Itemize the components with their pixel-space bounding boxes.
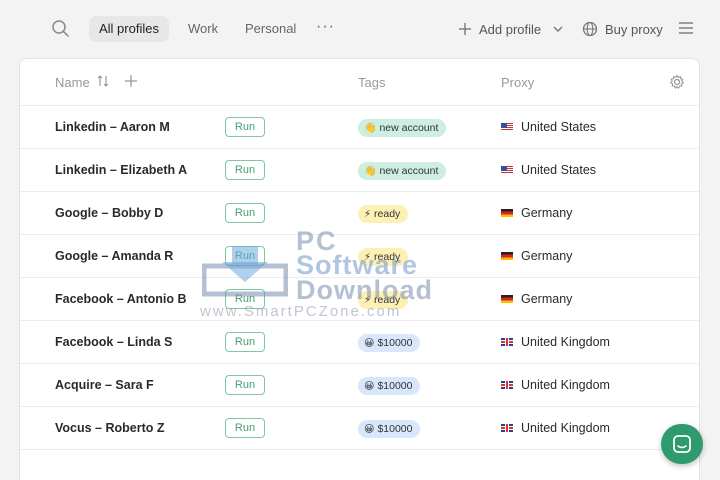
run-button[interactable]: Run	[225, 289, 265, 309]
tag-label: new account	[379, 122, 439, 134]
flag-icon	[501, 424, 513, 432]
proxy-country: Germany	[521, 249, 573, 263]
proxy-cell[interactable]: United Kingdom	[501, 378, 610, 392]
column-header-name[interactable]: Name	[55, 75, 90, 90]
tag-badge[interactable]: ⚡ ready	[358, 248, 409, 266]
proxy-country: Germany	[521, 292, 573, 306]
tag-badge[interactable]: 👋 new account	[358, 119, 447, 137]
profile-name: Vocus – Roberto Z	[55, 421, 165, 435]
tag-badge[interactable]: 😀 $10000	[358, 334, 421, 352]
proxy-country: Germany	[521, 206, 573, 220]
more-tabs-button[interactable]: ···	[316, 18, 335, 36]
tag-emoji-icon: 😀	[364, 381, 375, 392]
flag-icon	[501, 123, 513, 131]
proxy-cell[interactable]: United Kingdom	[501, 421, 610, 435]
proxy-country: United Kingdom	[521, 335, 610, 349]
column-header-proxy[interactable]: Proxy	[501, 75, 534, 90]
tag-label: $10000	[377, 423, 413, 435]
chat-button[interactable]	[661, 424, 703, 464]
table-body: Linkedin – Aaron M Run 👋 new account United …	[20, 106, 699, 450]
tag-label: ready	[374, 208, 401, 220]
profiles-table: Name Tags Proxy Linkedin – Aaron M Run 👋 ne…	[19, 58, 700, 480]
tag-badge[interactable]: 😀 $10000	[358, 377, 421, 395]
proxy-country: United Kingdom	[521, 421, 610, 435]
tag-emoji-icon: ⚡	[364, 295, 372, 306]
sort-icon[interactable]	[96, 74, 110, 88]
add-profile-label: Add profile	[479, 21, 542, 37]
tag-label: ready	[374, 294, 401, 306]
flag-icon	[501, 166, 513, 174]
proxy-cell[interactable]: United States	[501, 163, 596, 177]
tag-badge[interactable]: ⚡ ready	[358, 205, 409, 223]
tag-emoji-icon: 😀	[364, 424, 375, 435]
tab-personal[interactable]: Personal	[245, 16, 296, 42]
table-row[interactable]: Vocus – Roberto Z Run 😀 $10000 United Kingdo…	[20, 407, 699, 450]
run-button[interactable]: Run	[225, 332, 265, 352]
profile-name: Google – Amanda R	[55, 249, 174, 263]
tag-emoji-icon: ⚡	[364, 252, 372, 263]
tag-label: $10000	[377, 337, 413, 349]
add-profile-button[interactable]: Add profile	[458, 16, 564, 42]
table-row[interactable]: Acquire – Sara F Run 😀 $10000 United Kingdom	[20, 364, 699, 407]
run-button[interactable]: Run	[225, 375, 265, 395]
profile-name: Facebook – Antonio B	[55, 292, 187, 306]
run-button[interactable]: Run	[225, 246, 265, 266]
run-button[interactable]: Run	[225, 418, 265, 438]
tag-badge[interactable]: ⚡ ready	[358, 291, 409, 309]
plus-icon	[459, 23, 471, 35]
table-row[interactable]: Linkedin – Aaron M Run 👋 new account United …	[20, 106, 699, 149]
flag-icon	[501, 381, 513, 389]
table-row[interactable]: Google – Bobby D Run ⚡ ready Germany	[20, 192, 699, 235]
tag-label: new account	[379, 165, 439, 177]
tag-emoji-icon: ⚡	[364, 209, 372, 220]
gear-icon[interactable]	[669, 74, 685, 90]
profile-name: Facebook – Linda S	[55, 335, 173, 349]
table-header: Name Tags Proxy	[20, 59, 699, 106]
proxy-country: United Kingdom	[521, 378, 610, 392]
globe-icon	[582, 21, 598, 37]
tab-all-profiles[interactable]: All profiles	[89, 16, 169, 42]
table-row[interactable]: Facebook – Linda S Run 😀 $10000 United Kingd…	[20, 321, 699, 364]
tag-badge[interactable]: 😀 $10000	[358, 420, 421, 438]
tag-label: $10000	[377, 380, 413, 392]
search-icon[interactable]	[50, 18, 72, 40]
tag-emoji-icon: 👋	[364, 123, 377, 134]
profile-name: Acquire – Sara F	[55, 378, 154, 392]
tag-emoji-icon: 👋	[364, 166, 377, 177]
chat-icon	[673, 435, 691, 453]
tag-emoji-icon: 😀	[364, 338, 375, 349]
proxy-country: United States	[521, 120, 597, 134]
proxy-cell[interactable]: Germany	[501, 249, 572, 263]
add-column-icon[interactable]	[124, 74, 138, 88]
run-button[interactable]: Run	[225, 160, 265, 180]
proxy-cell[interactable]: Germany	[501, 206, 572, 220]
hamburger-menu-icon[interactable]	[678, 20, 694, 36]
table-row[interactable]: Linkedin – Elizabeth A Run 👋 new account Uni…	[20, 149, 699, 192]
buy-proxy-label: Buy proxy	[605, 21, 663, 37]
chevron-down-icon[interactable]	[552, 23, 564, 35]
top-bar: All profiles Work Personal ··· Add profi…	[0, 0, 720, 58]
proxy-cell[interactable]: United States	[501, 120, 596, 134]
buy-proxy-button[interactable]: Buy proxy	[582, 16, 663, 42]
column-header-tags[interactable]: Tags	[358, 75, 385, 90]
run-button[interactable]: Run	[225, 117, 265, 137]
flag-icon	[501, 295, 513, 303]
proxy-cell[interactable]: Germany	[501, 292, 572, 306]
profile-name: Google – Bobby D	[55, 206, 164, 220]
tag-badge[interactable]: 👋 new account	[358, 162, 447, 180]
tag-label: ready	[374, 251, 401, 263]
proxy-cell[interactable]: United Kingdom	[501, 335, 610, 349]
run-button[interactable]: Run	[225, 203, 265, 223]
profile-name: Linkedin – Elizabeth A	[55, 163, 188, 177]
table-row[interactable]: Facebook – Antonio B Run ⚡ ready Germany	[20, 278, 699, 321]
tab-work[interactable]: Work	[188, 16, 218, 42]
flag-icon	[501, 252, 513, 260]
proxy-country: United States	[521, 163, 597, 177]
profile-name: Linkedin – Aaron M	[55, 120, 170, 134]
table-row[interactable]: Google – Amanda R Run ⚡ ready Germany	[20, 235, 699, 278]
flag-icon	[501, 209, 513, 217]
flag-icon	[501, 338, 513, 346]
